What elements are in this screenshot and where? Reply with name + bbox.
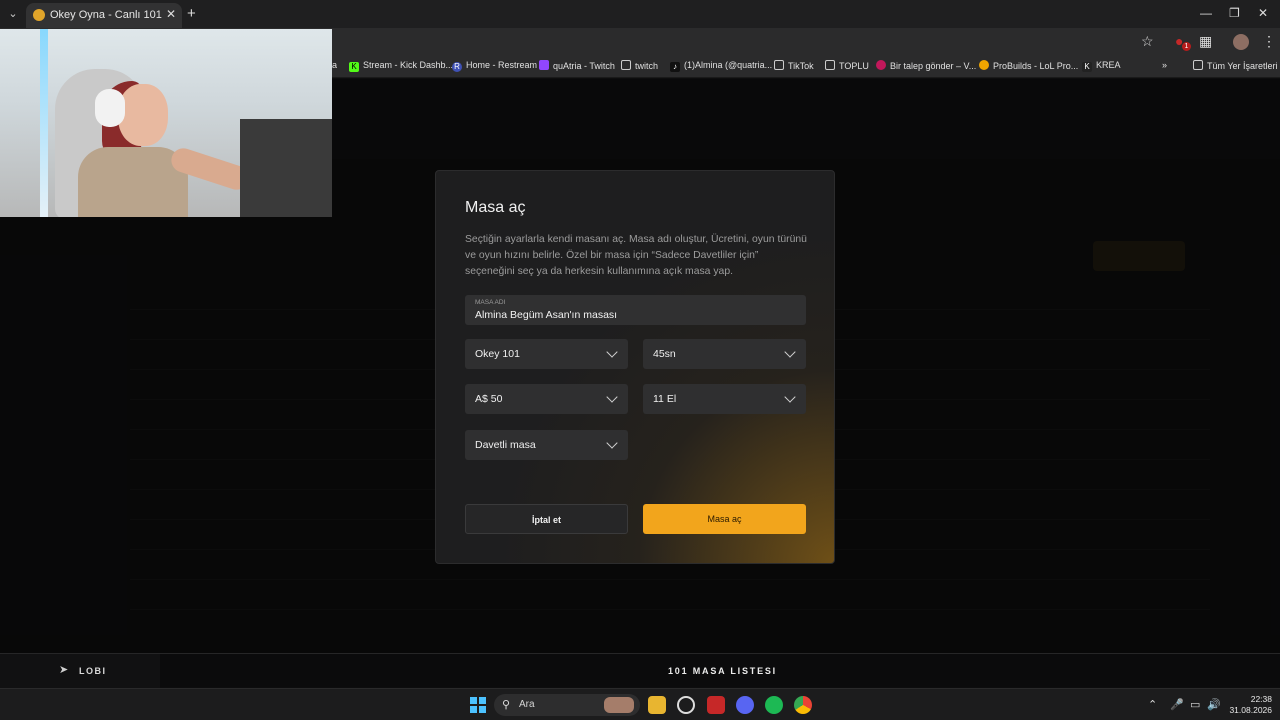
bookmark-item[interactable]: quAtria - Twitch	[539, 60, 615, 71]
volume-icon[interactable]: 🔊	[1207, 698, 1221, 711]
led-light-strip	[40, 29, 48, 217]
restream-icon: R	[452, 62, 462, 72]
streamer-face	[118, 84, 168, 146]
file-explorer-icon[interactable]	[648, 696, 666, 714]
microphone-icon[interactable]: 🎤	[1170, 698, 1184, 711]
kick-icon: K	[349, 62, 359, 72]
tab-title: Okey Oyna - Canlı 101 Okey ve	[50, 9, 162, 21]
okey-favicon-icon	[33, 9, 45, 21]
turn-time-select[interactable]: 45sn	[643, 339, 806, 369]
lobby-tab[interactable]: ➤ LOBI	[0, 654, 160, 688]
extension-badge: 1	[1182, 42, 1191, 51]
app-red-icon[interactable]	[707, 696, 725, 714]
probuilds-icon	[979, 60, 989, 70]
clock-time: 22:38	[1250, 694, 1272, 704]
webcam-overlay	[0, 29, 332, 217]
tab-list-chevron-icon[interactable]: ⌄	[4, 5, 22, 23]
bookmark-item[interactable]: R Home - Restream	[452, 60, 537, 72]
bookmark-item[interactable]: K KREA	[1082, 60, 1121, 72]
maximize-icon[interactable]: ❐	[1229, 6, 1240, 20]
spotify-icon[interactable]	[765, 696, 783, 714]
chevron-down-icon	[606, 391, 618, 403]
visibility-value: Davetli masa	[475, 439, 536, 451]
visibility-select[interactable]: Davetli masa	[465, 430, 628, 460]
chevron-down-icon	[606, 346, 618, 358]
bookmark-item[interactable]: ProBuilds - LoL Pro...	[979, 60, 1078, 71]
folder-icon	[774, 60, 784, 70]
create-table-modal: Masa aç Seçtiğin ayarlarla kendi masanı …	[435, 170, 835, 564]
tray-chevron-up-icon[interactable]: ⌃	[1148, 698, 1157, 711]
modal-title: Masa aç	[465, 199, 526, 216]
obs-icon[interactable]	[677, 696, 695, 714]
monitor	[240, 119, 332, 217]
turn-time-value: 45sn	[653, 348, 676, 360]
search-icon: ⚲	[502, 699, 511, 711]
browser-tab-bar: ⌄ Okey Oyna - Canlı 101 Okey ve ✕ + — ❐ …	[0, 0, 1280, 28]
bookmark-item[interactable]: TikTok	[774, 60, 814, 71]
game-type-value: Okey 101	[475, 348, 520, 360]
table-name-field[interactable]: MASA ADI	[465, 295, 806, 325]
table-name-label: MASA ADI	[475, 299, 506, 306]
fee-value: A$ 50	[475, 393, 503, 405]
bookmark-star-icon[interactable]: ☆	[1141, 33, 1154, 50]
more-bookmarks-chevron-icon[interactable]: »	[1162, 60, 1167, 70]
extensions-puzzle-icon[interactable]: ▦	[1199, 33, 1212, 50]
table-list-tab[interactable]: 101 MASA LISTESI	[668, 666, 777, 676]
tiktok-icon: ♪	[670, 62, 680, 72]
new-tab-plus-icon[interactable]: +	[187, 5, 196, 22]
folder-icon	[1193, 60, 1203, 70]
bookmark-item[interactable]: twitch	[621, 60, 658, 71]
hands-value: 11 El	[653, 393, 677, 405]
windows-taskbar: ⚲ Ara ⌃ 🎤 ▭ 🔊 22:38 31.08.2026	[0, 688, 1280, 720]
discord-icon[interactable]	[736, 696, 754, 714]
lobby-label: LOBI	[79, 666, 107, 676]
tab-close-icon[interactable]: ✕	[166, 7, 176, 21]
game-type-select[interactable]: Okey 101	[465, 339, 628, 369]
modal-description: Seçtiğin ayarlarla kendi masanı aç. Masa…	[465, 234, 807, 277]
chevron-down-icon	[784, 346, 796, 358]
bookmark-item[interactable]: ♪ (1)Almina (@quatria...	[670, 60, 772, 72]
browser-menu-icon[interactable]: ⋮	[1262, 33, 1276, 50]
bookmark-item[interactable]: Bir talep gönder – V...	[876, 60, 976, 71]
cancel-button[interactable]: İptal et	[465, 504, 628, 534]
table-name-input[interactable]	[475, 308, 795, 322]
window-close-icon[interactable]: ✕	[1258, 6, 1268, 20]
chrome-icon[interactable]	[794, 696, 812, 714]
windows-start-icon[interactable]	[470, 697, 486, 713]
create-table-button[interactable]: Masa aç	[643, 504, 806, 534]
taskbar-search[interactable]: ⚲ Ara	[494, 694, 640, 716]
krea-icon: K	[1082, 62, 1092, 72]
chevron-down-icon	[784, 391, 796, 403]
system-clock[interactable]: 22:38 31.08.2026	[1226, 694, 1272, 716]
profile-avatar[interactable]	[1233, 34, 1249, 50]
support-icon	[876, 60, 886, 70]
twitch-icon	[539, 60, 549, 70]
browser-tab-active[interactable]: Okey Oyna - Canlı 101 Okey ve ✕	[26, 3, 182, 28]
clock-date: 31.08.2026	[1229, 705, 1272, 715]
headphones	[95, 89, 125, 127]
bookmark-item[interactable]: a	[332, 60, 337, 70]
display-icon[interactable]: ▭	[1190, 698, 1200, 711]
lobby-bottom-bar: ➤ LOBI 101 MASA LISTESI	[0, 653, 1280, 688]
folder-icon	[825, 60, 835, 70]
navigation-arrow-icon: ➤	[59, 664, 69, 676]
all-bookmarks[interactable]: Tüm Yer İşaretleri	[1193, 60, 1278, 71]
bookmark-item[interactable]: TOPLU	[825, 60, 869, 71]
search-highlight-image	[604, 697, 634, 713]
fee-select[interactable]: A$ 50	[465, 384, 628, 414]
minimize-icon[interactable]: —	[1200, 6, 1212, 20]
search-label: Ara	[519, 699, 535, 710]
hands-select[interactable]: 11 El	[643, 384, 806, 414]
chevron-down-icon	[606, 437, 618, 449]
folder-icon	[621, 60, 631, 70]
bookmark-item[interactable]: K Stream - Kick Dashb...	[349, 60, 453, 72]
